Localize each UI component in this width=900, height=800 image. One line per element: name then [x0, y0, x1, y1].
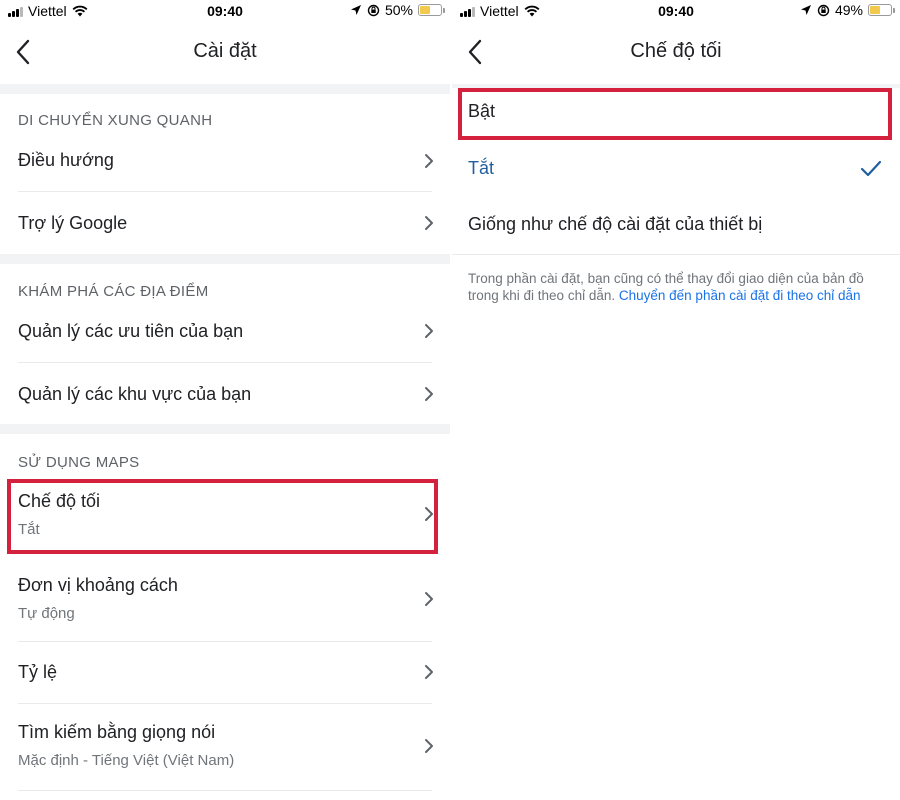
chevron-right-icon — [425, 592, 433, 606]
chevron-right-icon — [425, 387, 433, 401]
status-right-group: 49% — [800, 2, 895, 18]
battery-level-fill — [420, 6, 430, 14]
chevron-right-icon — [425, 665, 433, 679]
section-divider — [0, 254, 450, 264]
chevron-right-icon — [425, 154, 433, 168]
option-tat[interactable]: Tắt — [452, 142, 900, 198]
navigation-settings-link[interactable]: Chuyển đến phần cài đặt đi theo chỉ dẫn — [619, 288, 861, 303]
location-arrow-icon — [800, 5, 811, 15]
orientation-lock-icon — [367, 4, 380, 16]
navigation-settings-note: Trong phần cài đặt, bạn cũng có thể thay… — [468, 270, 880, 304]
dark-mode-screen: Viettel 09:40 49% Chế độ tối Bật Tắt Giố… — [452, 0, 900, 800]
page-title: Cài đặt — [193, 40, 257, 62]
battery-icon — [418, 4, 445, 16]
settings-screen: Viettel 09:40 50% Cài đặt DI CHUYỂN XUNG… — [0, 0, 450, 800]
battery-level-fill — [870, 6, 880, 14]
battery-percent: 49% — [834, 2, 863, 18]
settings-item-dieu-huong[interactable]: Điều hướng — [0, 136, 450, 192]
settings-header: Cài đặt — [0, 24, 450, 80]
checkmark-icon — [860, 160, 882, 177]
settings-item-value: Tự động — [18, 605, 75, 622]
battery-percent: 50% — [384, 2, 413, 18]
settings-item-value: Mặc định - Tiếng Việt (Việt Nam) — [18, 752, 235, 769]
option-label: Tắt — [468, 158, 495, 178]
option-label: Giống như chế độ cài đặt của thiết bị — [468, 214, 763, 234]
settings-item-label: Quản lý các ưu tiên của bạn — [18, 321, 244, 341]
settings-item-quan-ly-uu-tien[interactable]: Quản lý các ưu tiên của bạn — [0, 306, 450, 362]
chevron-right-icon — [425, 739, 433, 753]
row-divider — [18, 790, 432, 791]
section-divider — [0, 84, 450, 94]
row-divider — [452, 254, 900, 255]
chevron-right-icon — [425, 216, 433, 230]
settings-item-tim-kiem-giong-noi[interactable]: Tìm kiếm bằng giọng nói Mặc định - Tiếng… — [0, 704, 450, 790]
settings-item-label: Đơn vị khoảng cách — [18, 575, 178, 595]
chevron-right-icon — [425, 324, 433, 338]
section-header-kham-pha: KHÁM PHÁ CÁC ĐỊA ĐIỂM — [18, 283, 209, 300]
section-divider — [0, 424, 450, 434]
settings-item-label: Trợ lý Google — [18, 213, 128, 233]
settings-item-label: Tỷ lệ — [18, 662, 58, 682]
settings-item-label: Tìm kiếm bằng giọng nói — [18, 722, 216, 742]
settings-item-ty-le[interactable]: Tỷ lệ — [0, 642, 450, 702]
settings-item-label: Quản lý các khu vực của bạn — [18, 384, 252, 404]
settings-item-tro-ly-google[interactable]: Trợ lý Google — [0, 192, 450, 252]
status-bar: Viettel 09:40 50% — [0, 0, 450, 24]
orientation-lock-icon — [817, 4, 830, 16]
section-header-su-dung-maps: SỬ DỤNG MAPS — [18, 454, 140, 471]
battery-icon — [868, 4, 895, 16]
settings-item-label: Điều hướng — [18, 150, 114, 170]
option-giong-thiet-bi[interactable]: Giống như chế độ cài đặt của thiết bị — [452, 198, 900, 254]
highlight-box — [458, 88, 892, 140]
status-bar: Viettel 09:40 49% — [452, 0, 900, 24]
dark-mode-header: Chế độ tối — [452, 24, 900, 80]
status-right-group: 50% — [350, 2, 445, 18]
section-header-di-chuyen: DI CHUYỂN XUNG QUANH — [18, 112, 213, 129]
page-title: Chế độ tối — [630, 40, 722, 62]
settings-item-don-vi-khoang-cach[interactable]: Đơn vị khoảng cách Tự động — [0, 556, 450, 640]
location-arrow-icon — [350, 5, 361, 15]
highlight-box — [7, 479, 438, 554]
settings-item-quan-ly-khu-vuc[interactable]: Quản lý các khu vực của bạn — [0, 363, 450, 423]
